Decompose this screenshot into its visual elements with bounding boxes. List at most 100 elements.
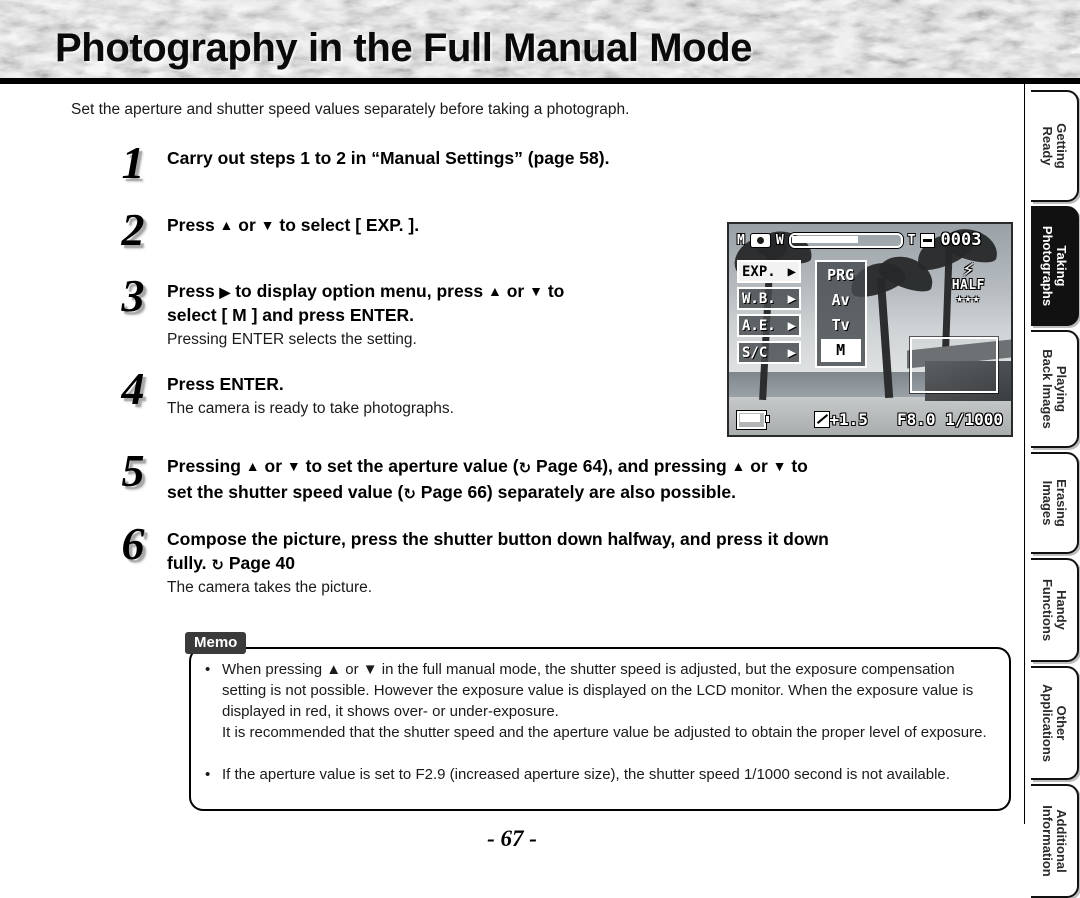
tab-label-line1: Other: [1054, 705, 1069, 741]
step-2-number: 2: [121, 204, 145, 255]
step-3-line1-b: to display option menu, press: [230, 281, 489, 301]
sidebar-tab-handy-functions-label: Handy Functions: [1040, 578, 1069, 642]
step-5-line1-b: or: [259, 456, 287, 476]
tab-label-line1: Taking: [1054, 245, 1069, 287]
zoom-slider[interactable]: [788, 232, 903, 248]
lcd-menu-item-ae-label: A.E.: [742, 317, 776, 334]
step-4-text: Press ENTER.: [167, 374, 284, 394]
up-triangle-icon: ▲: [245, 458, 260, 474]
lcd-option-tv[interactable]: Tv: [821, 314, 861, 337]
sidebar-tab-getting-ready[interactable]: Getting Ready: [1031, 90, 1079, 202]
lcd-menu-item-wb[interactable]: W.B. ▶: [737, 287, 801, 310]
step-6-text: Compose the picture, press the shutter b…: [167, 527, 1037, 577]
sidebar-tab-getting-ready-label: Getting Ready: [1040, 123, 1069, 169]
step-2-text: Press ▲ or ▼ to select [ EXP. ].: [167, 213, 727, 237]
card-icon: [920, 232, 936, 248]
step-5-line2-b: Page 66) separately are also possible.: [415, 482, 736, 502]
step-4-subtext: The camera is ready to take photographs.: [167, 400, 454, 417]
intro-text: Set the aperture and shutter speed value…: [71, 101, 630, 118]
step-2-text-a: Press: [167, 215, 220, 235]
reference-arrow-icon: ↻: [518, 459, 532, 477]
tab-label-line1: Getting: [1054, 123, 1069, 169]
lcd-menu-column: EXP. ▶ W.B. ▶ A.E. ▶ S/C ▶: [737, 260, 801, 368]
side-tab-strip: Getting Ready Taking Photographs Playing Ba…: [1025, 86, 1080, 898]
tab-label-line2: Images: [1040, 480, 1055, 526]
step-6-line2-a: fully.: [167, 553, 212, 573]
lcd-option-prg[interactable]: PRG: [821, 264, 861, 287]
lcd-menu-item-ae[interactable]: A.E. ▶: [737, 314, 801, 337]
lcd-menu-item-exp[interactable]: EXP. ▶: [737, 260, 801, 283]
frames-remaining: 0003: [940, 230, 982, 250]
chevron-right-icon: ▶: [787, 317, 796, 334]
step-2-text-b: or: [233, 215, 261, 235]
tab-label-line1: Playing: [1054, 365, 1069, 413]
lcd-option-m[interactable]: M: [820, 339, 861, 362]
shutter-speed-value: 1/1000: [945, 410, 1003, 429]
step-4-number: 4: [121, 363, 145, 414]
sidebar-tab-other-applications[interactable]: Other Applications: [1031, 666, 1079, 780]
chevron-right-icon: ▶: [787, 263, 796, 280]
step-5-line1-d: Page 64), and pressing: [531, 456, 732, 476]
memo-item-3: • If the aperture value is set to F2.9 (…: [205, 764, 995, 785]
af-focus-box: [910, 337, 998, 393]
memo-tab-label: Memo: [185, 632, 247, 654]
tab-label-line2: Information: [1040, 805, 1055, 877]
lcd-menu-item-exp-label: EXP.: [742, 263, 776, 280]
step-3-line1-a: Press: [167, 281, 220, 301]
down-triangle-icon: ▼: [529, 283, 543, 299]
sidebar-tab-erasing-images[interactable]: Erasing Images: [1031, 452, 1079, 554]
step-3-line2: select [ M ] and press ENTER.: [167, 305, 415, 325]
lcd-option-av[interactable]: Av: [821, 289, 861, 312]
tab-label-line2: Functions: [1040, 578, 1055, 642]
lcd-menu-item-sc-label: S/C: [742, 344, 768, 361]
lcd-flash-indicator: ⚡ HALF ★★★: [952, 259, 985, 305]
lcd-mode-letter: M: [737, 232, 745, 248]
memo-item-2-text: It is recommended that the shutter speed…: [222, 724, 987, 741]
camera-lcd-screenshot: M W T 0003 EXP. ▶ W.B. ▶ A.E. ▶ S/C ▶ PR…: [727, 222, 1013, 437]
sidebar-tab-other-applications-label: Other Applications: [1040, 684, 1069, 762]
step-5-text: Pressing ▲ or ▼ to set the aperture valu…: [167, 454, 1017, 506]
lcd-zoom-wide-label: W: [775, 232, 784, 248]
step-3-text: Press ▶ to display option menu, press ▲ …: [167, 279, 747, 327]
step-5-line1-e: or: [745, 456, 773, 476]
exposure-compensation-value: +1.5: [829, 410, 868, 429]
sidebar-tab-playing-back-images[interactable]: Playing Back Images: [1031, 330, 1079, 448]
lcd-quality-stars: ★★★: [956, 291, 981, 305]
page-title: Photography in the Full Manual Mode: [55, 26, 753, 70]
up-triangle-icon: ▲: [731, 458, 746, 474]
step-5-line1-a: Pressing: [167, 456, 246, 476]
step-2-text-c: to select [ EXP. ].: [274, 215, 420, 235]
battery-icon: [737, 410, 770, 429]
page-header: Photography in the Full Manual Mode: [0, 0, 1080, 84]
right-triangle-icon: ▶: [219, 284, 231, 300]
memo-item-1: • When pressing ▲ or ▼ in the full manua…: [205, 659, 995, 722]
sidebar-tab-additional-information-label: Additional Information: [1040, 805, 1069, 877]
step-5-line1-c: to set the aperture value (: [300, 456, 519, 476]
tab-label-line2: Photographs: [1040, 225, 1055, 307]
step-6-line2-b: Page 40: [223, 553, 296, 573]
up-triangle-icon: ▲: [219, 217, 234, 233]
tab-label-line1: Handy: [1054, 590, 1069, 630]
lcd-menu-item-sc[interactable]: S/C ▶: [737, 341, 801, 364]
sidebar-tab-taking-photographs[interactable]: Taking Photographs: [1031, 206, 1079, 326]
lcd-option-menu: EXP. ▶ W.B. ▶ A.E. ▶ S/C ▶ PRG Av Tv M: [737, 260, 867, 368]
step-1-text: Carry out steps 1 to 2 in “Manual Settin…: [167, 148, 610, 168]
chevron-right-icon: ▶: [787, 290, 796, 307]
step-3-number: 3: [121, 270, 145, 321]
sidebar-tab-additional-information[interactable]: Additional Information: [1031, 784, 1079, 898]
memo-item-1-text: When pressing ▲ or ▼ in the full manual …: [222, 661, 974, 720]
camera-icon: [749, 232, 771, 248]
page-number: - 67 -: [487, 826, 537, 851]
up-triangle-icon: ▲: [488, 283, 502, 299]
sidebar-tab-handy-functions[interactable]: Handy Functions: [1031, 558, 1079, 662]
lcd-exposure-options: PRG Av Tv M: [814, 260, 867, 368]
step-6-subtext: The camera takes the picture.: [167, 579, 373, 596]
step-5-line2-a: set the shutter speed value (: [167, 482, 404, 502]
aperture-value: F8.0: [896, 410, 936, 429]
down-triangle-icon: ▼: [260, 217, 275, 233]
step-3-line1-c: or: [501, 281, 530, 301]
sidebar-tab-erasing-images-label: Erasing Images: [1040, 479, 1069, 527]
tab-label-line1: Additional: [1054, 809, 1069, 873]
step-6-line1: Compose the picture, press the shutter b…: [167, 529, 829, 549]
exposure-compensation-icon: [814, 412, 830, 427]
